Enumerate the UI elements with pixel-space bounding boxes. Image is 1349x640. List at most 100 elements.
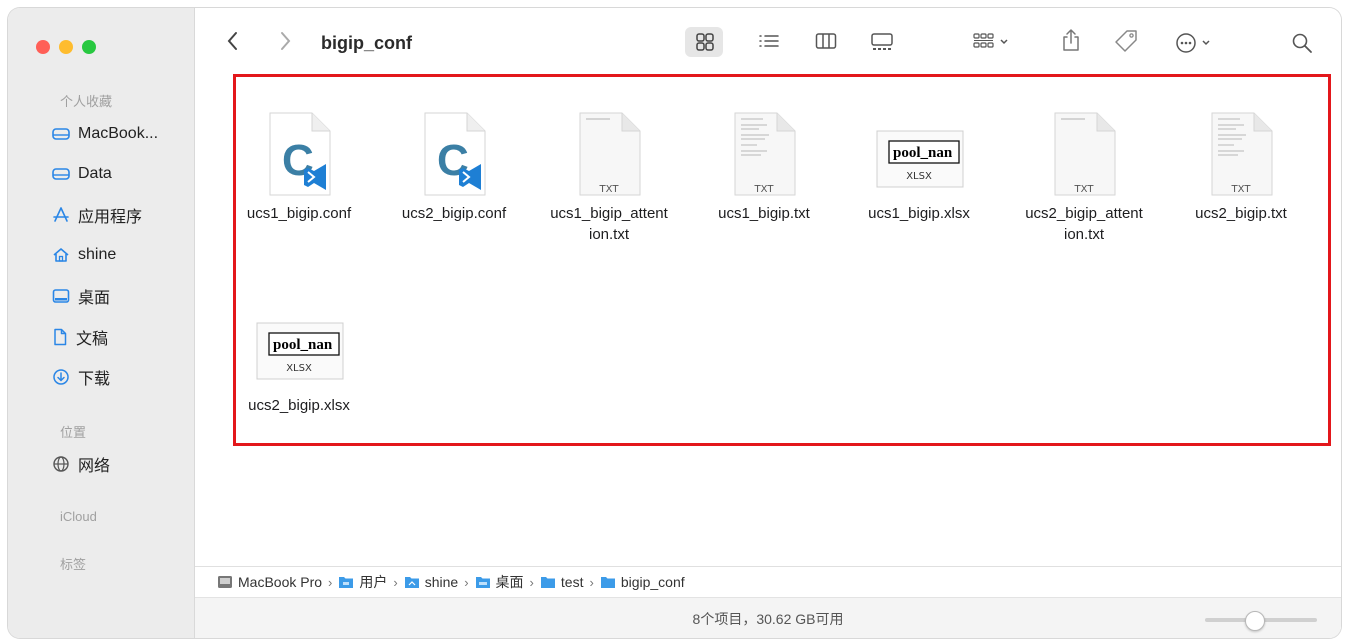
tags-section-title[interactable]: 标签 (60, 554, 86, 573)
minimize-button[interactable] (59, 40, 73, 54)
search-icon (1292, 33, 1312, 53)
sidebar-item-shine[interactable]: shine (52, 240, 192, 270)
icloud-section-title[interactable]: iCloud (60, 509, 97, 524)
sidebar-item-documents[interactable]: 文稿 (52, 322, 192, 352)
path-crumb-desktop[interactable]: 桌面 (475, 572, 524, 592)
chevron-right-icon: › (393, 574, 398, 590)
folder-icon (339, 577, 354, 588)
chevron-right-icon (281, 32, 291, 50)
file-item[interactable]: pool_nan XLSX ucs1_bigip.xlsx (844, 109, 994, 224)
forward-button[interactable] (277, 30, 293, 52)
home-icon (53, 248, 69, 262)
sidebar-item-network[interactable]: 网络 (52, 449, 192, 479)
status-bar: 8个项目，30.62 GB可用 (195, 597, 1341, 638)
file-name: ucs2_bigip.conf (401, 205, 507, 222)
file-name: ucs2_bigip.xlsx (248, 397, 350, 414)
sidebar-item-applications[interactable]: 应用程序 (52, 200, 192, 230)
gallery-view-icon (871, 33, 893, 50)
group-by-button[interactable] (973, 32, 1011, 52)
finder-window: 个人收藏 MacBook... Data 应用程序 shine 桌面 文稿 下载 (8, 8, 1341, 638)
xlsx-file-icon: pool_nan XLSX (871, 109, 967, 199)
home-folder-icon (404, 577, 419, 588)
back-button[interactable] (225, 30, 241, 52)
desktop-icon (52, 289, 70, 303)
file-badge: XLSX (286, 363, 312, 374)
folder-icon (600, 577, 615, 588)
path-crumb-macbook[interactable]: MacBook Pro (217, 574, 322, 590)
vscode-c-file-icon: C (419, 109, 489, 199)
txt-file-icon: TXT (1206, 109, 1276, 199)
file-badge: TXT (599, 184, 619, 195)
file-item[interactable]: TXT ucs1_bigip.txt (689, 109, 839, 224)
sidebar-item-data[interactable]: Data (52, 159, 192, 189)
group-icon (973, 33, 1008, 48)
sidebar-item-label: Data (78, 165, 112, 182)
share-button[interactable] (1061, 28, 1081, 52)
file-name: ucs1_bigip.conf (246, 205, 352, 222)
file-name: ucs2_bigip.txt (1195, 205, 1287, 222)
gallery-view-button[interactable] (870, 32, 894, 52)
applications-icon (53, 207, 69, 222)
path-crumb-shine[interactable]: shine (404, 574, 458, 590)
toolbar: bigip_conf (195, 8, 1341, 70)
xlsx-file-icon: pool_nan XLSX (251, 301, 347, 391)
file-name: ucs1_bigip.txt (718, 205, 810, 222)
txt-file-icon: TXT (1049, 109, 1119, 199)
grid-view-icon (696, 33, 714, 51)
folder-icon (540, 577, 555, 588)
action-menu-button[interactable] (1175, 32, 1217, 54)
column-view-button[interactable] (815, 32, 837, 50)
xlsx-preview-text: pool_nan (273, 337, 333, 353)
download-icon (53, 369, 69, 385)
window-controls (36, 40, 96, 54)
file-name: ucs1_bigip_attent ion.txt (550, 205, 668, 243)
chevron-right-icon: › (328, 574, 333, 590)
icon-size-slider-knob[interactable] (1245, 611, 1265, 631)
search-button[interactable] (1291, 32, 1313, 54)
file-item[interactable]: C ucs1_bigip.conf (224, 109, 374, 224)
sidebar-item-label: 下载 (78, 371, 111, 388)
desktop-folder-icon (475, 577, 490, 588)
xlsx-preview-text: pool_nan (893, 145, 953, 161)
sidebar: 个人收藏 MacBook... Data 应用程序 shine 桌面 文稿 下载 (8, 8, 195, 638)
tag-button[interactable] (1113, 29, 1139, 53)
sidebar-item-label: shine (78, 246, 117, 263)
list-view-icon (759, 35, 779, 47)
file-item[interactable]: C ucs2_bigip.conf (379, 109, 529, 224)
chevron-left-icon (227, 32, 237, 50)
file-item[interactable]: pool_nan XLSX ucs2_bigip.xlsx (224, 301, 374, 416)
file-item[interactable]: TXT ucs1_bigip_attent ion.txt (534, 109, 684, 245)
more-icon (1176, 33, 1210, 53)
file-item[interactable]: TXT ucs2_bigip_attent ion.txt (1009, 109, 1159, 245)
sidebar-item-macbook[interactable]: MacBook... (52, 119, 192, 149)
path-crumb-bigip-conf[interactable]: bigip_conf (600, 574, 685, 590)
sidebar-item-label: MacBook... (78, 125, 159, 142)
list-view-button[interactable] (758, 32, 780, 50)
sidebar-item-label: 文稿 (76, 331, 109, 348)
txt-file-icon: TXT (574, 109, 644, 199)
sidebar-item-downloads[interactable]: 下载 (52, 362, 192, 392)
chevron-right-icon: › (464, 574, 469, 590)
window-title: bigip_conf (321, 33, 412, 53)
close-button[interactable] (36, 40, 50, 54)
file-item[interactable]: TXT ucs2_bigip.txt (1166, 109, 1316, 224)
hard-drive-icon (218, 576, 232, 588)
path-bar: MacBook Pro › 用户 › shine › 桌面 › test › b… (195, 566, 1341, 597)
drive-icon (52, 168, 70, 180)
network-icon (53, 456, 69, 472)
favorites-section-title: 个人收藏 (60, 94, 113, 109)
path-crumb-test[interactable]: test (540, 574, 583, 590)
locations-section-title: 位置 (60, 425, 87, 440)
file-name: ucs2_bigip_attent ion.txt (1025, 205, 1143, 243)
sidebar-item-desktop[interactable]: 桌面 (52, 281, 192, 311)
sidebar-item-label: 应用程序 (78, 209, 143, 226)
path-crumb-users[interactable]: 用户 (338, 572, 387, 592)
share-icon (1063, 29, 1079, 51)
icon-view-button[interactable] (695, 32, 715, 52)
main-pane: bigip_conf C ucs1_bigip.conf C ucs2_bigi… (195, 8, 1341, 638)
vscode-c-file-icon: C (264, 109, 334, 199)
file-badge: TXT (754, 184, 774, 195)
zoom-button[interactable] (82, 40, 96, 54)
chevron-right-icon: › (529, 574, 534, 590)
chevron-right-icon: › (589, 574, 594, 590)
